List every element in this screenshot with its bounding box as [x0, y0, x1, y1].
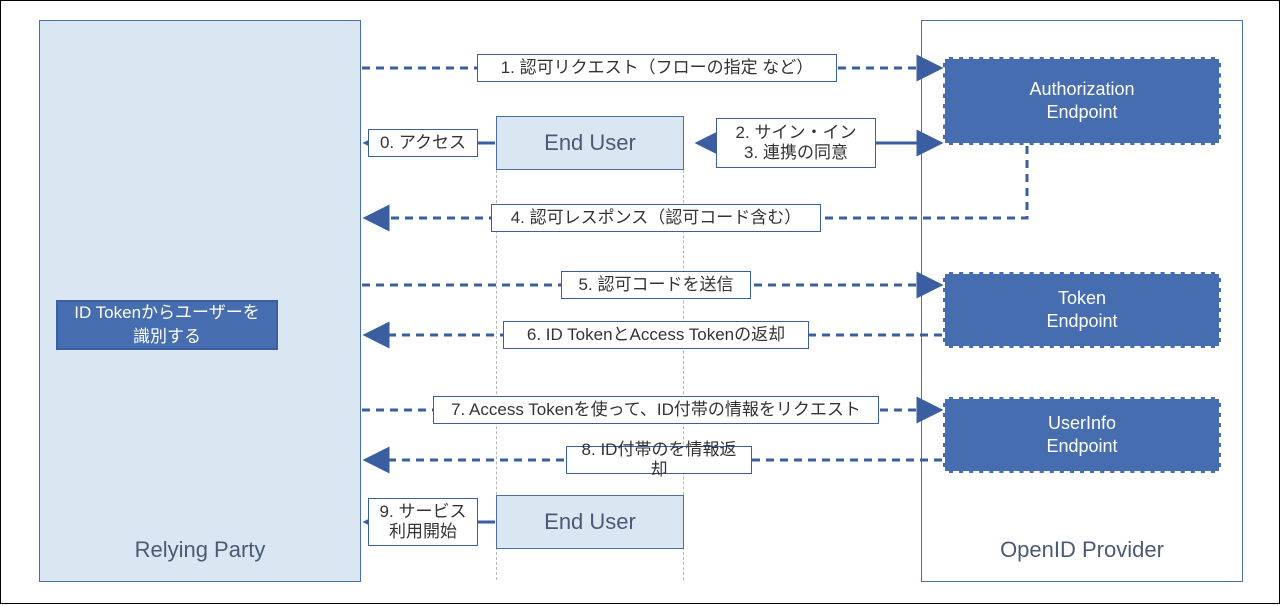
box-id-token-note: ID Tokenからユーザーを 識別する	[56, 300, 278, 350]
label-step-7: 7. Access Tokenを使って、ID付帯の情報をリクエスト	[433, 396, 879, 424]
end-user-2-label: End User	[544, 509, 636, 535]
relying-party-label: Relying Party	[135, 537, 266, 563]
box-authorization-endpoint: Authorization Endpoint	[943, 57, 1221, 145]
label-step-5: 5. 認可コードを送信	[561, 271, 751, 299]
box-end-user-2: End User	[496, 495, 684, 549]
box-userinfo-endpoint: UserInfo Endpoint	[943, 397, 1221, 473]
box-token-endpoint: Token Endpoint	[943, 272, 1221, 348]
diagram-canvas: Relying Party OpenID Provider Authorizat…	[0, 0, 1280, 604]
end-user-1-label: End User	[544, 130, 636, 156]
label-step-6: 6. ID TokenとAccess Tokenの返却	[503, 321, 809, 349]
openid-provider-label: OpenID Provider	[1000, 537, 1164, 563]
label-step-4: 4. 認可レスポンス（認可コード含む）	[491, 204, 821, 232]
box-end-user-1: End User	[496, 116, 684, 170]
label-step-9: 9. サービス 利用開始	[368, 498, 478, 546]
label-step-1: 1. 認可リクエスト（フローの指定 など）	[477, 54, 837, 82]
label-step-8: 8. ID付帯のを情報返却	[566, 446, 752, 474]
label-step-0: 0. アクセス	[368, 129, 478, 157]
label-step-2-3: 2. サイン・イン 3. 連携の同意	[716, 118, 876, 168]
